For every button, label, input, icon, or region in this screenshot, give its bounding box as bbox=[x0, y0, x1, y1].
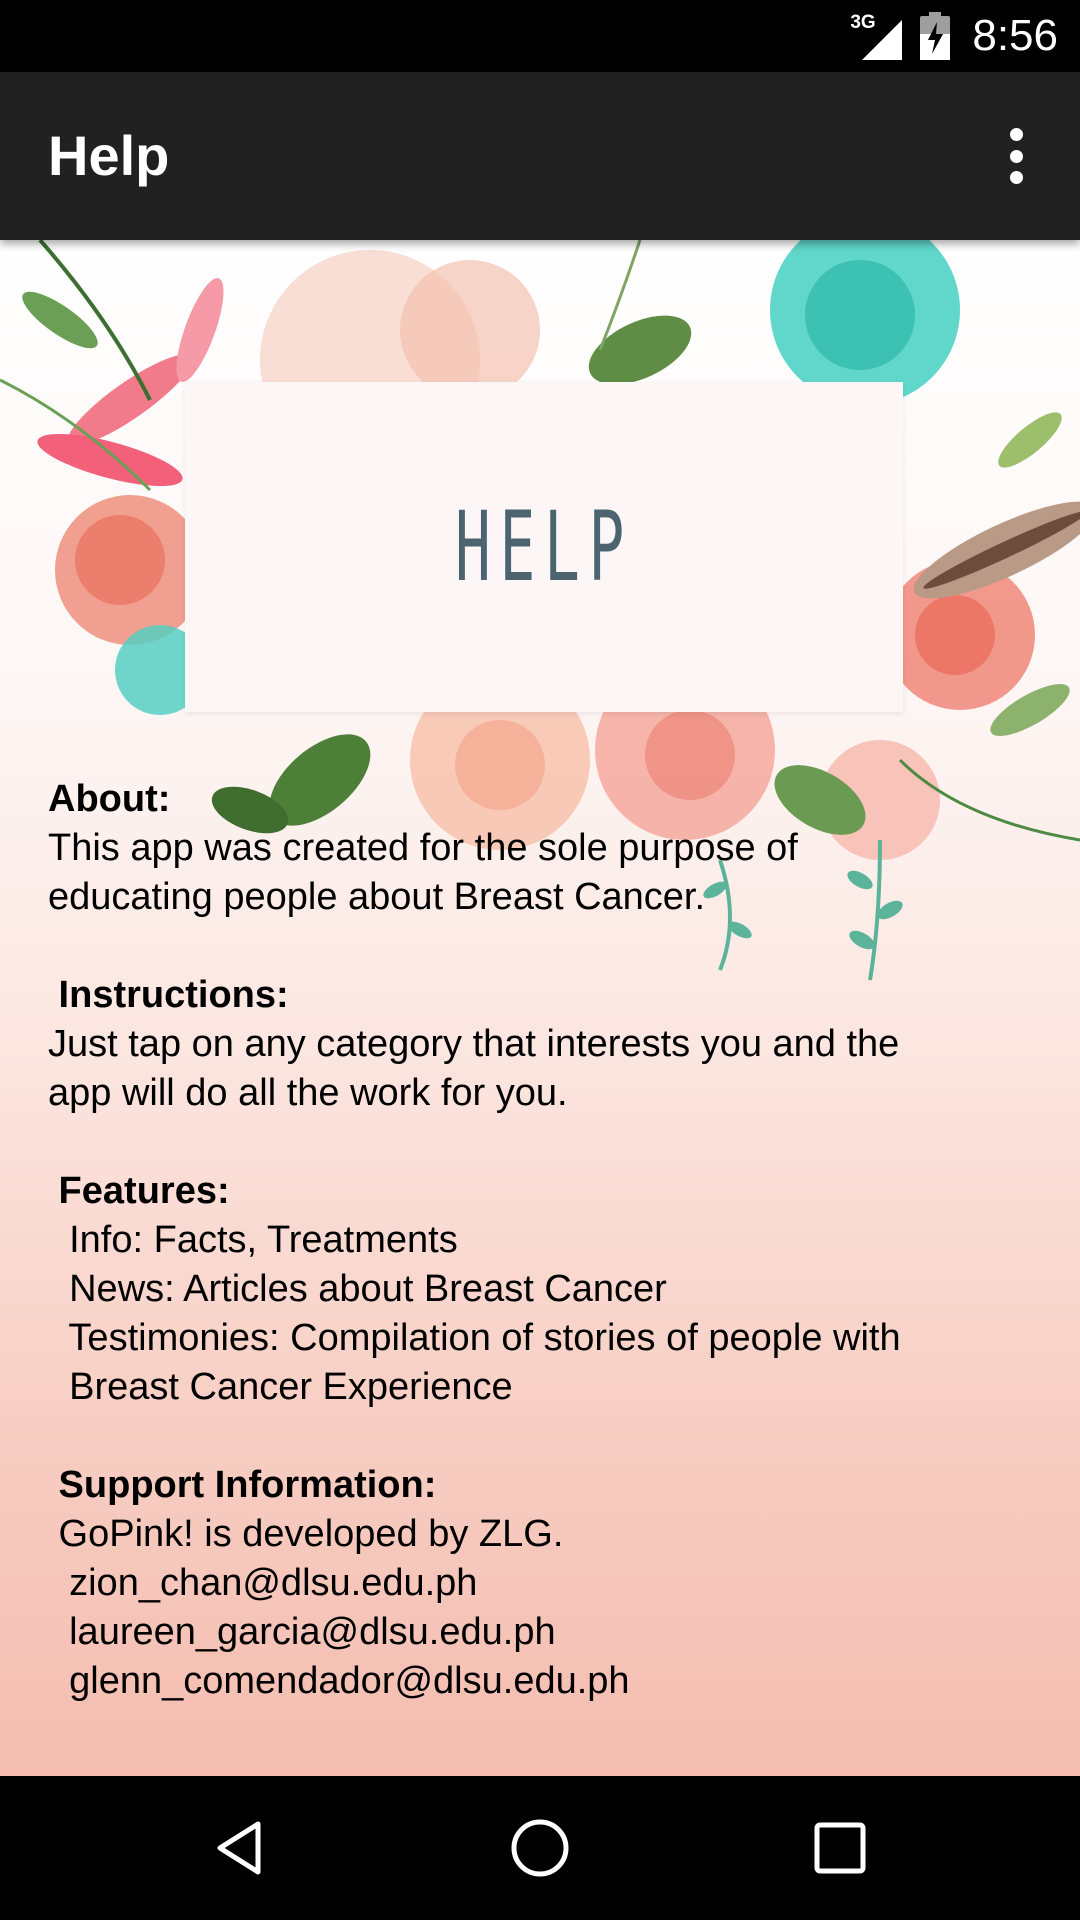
about-line: educating people about Breast Cancer. bbox=[48, 876, 706, 918]
more-vert-icon[interactable] bbox=[986, 124, 1046, 188]
support-email: laureen_garcia@dlsu.edu.ph bbox=[48, 1611, 556, 1653]
back-triangle-icon[interactable] bbox=[204, 1812, 276, 1884]
home-circle-icon[interactable] bbox=[504, 1812, 576, 1884]
help-card-title: HELP bbox=[454, 491, 634, 603]
instructions-line: Just tap on any category that interests … bbox=[48, 1023, 900, 1065]
page-title: Help bbox=[48, 124, 170, 187]
support-line: GoPink! is developed by ZLG. bbox=[48, 1513, 564, 1555]
features-heading: Features: bbox=[48, 1170, 230, 1212]
menu-dot bbox=[1009, 149, 1023, 163]
status-bar: 3G 8:56 bbox=[0, 0, 1080, 72]
features-line: Breast Cancer Experience bbox=[48, 1366, 513, 1408]
features-line: Info: Facts, Treatments bbox=[48, 1219, 458, 1261]
cell-signal-icon: 3G bbox=[850, 12, 906, 60]
instructions-heading: Instructions: bbox=[48, 974, 289, 1016]
navigation-bar bbox=[0, 1776, 1080, 1920]
recents-square-icon[interactable] bbox=[804, 1812, 876, 1884]
features-line: Testimonies: Compilation of stories of p… bbox=[48, 1317, 901, 1359]
about-heading: About: bbox=[48, 778, 171, 820]
instructions-line: app will do all the work for you. bbox=[48, 1072, 568, 1114]
status-icons: 3G 8:56 bbox=[850, 0, 1058, 72]
help-content: HELP About: This app was created for the… bbox=[0, 240, 1080, 1776]
support-heading: Support Information: bbox=[48, 1464, 437, 1506]
battery-icon bbox=[920, 12, 951, 60]
support-email: zion_chan@dlsu.edu.ph bbox=[48, 1562, 478, 1604]
support-email: glenn_comendador@dlsu.edu.ph bbox=[48, 1660, 630, 1702]
app-bar: Help bbox=[0, 72, 1080, 240]
screen: 3G 8:56 Help HELP About: This app was cr… bbox=[0, 0, 1080, 1920]
menu-dot bbox=[1009, 171, 1023, 184]
help-banner-card: HELP bbox=[185, 382, 903, 712]
about-line: This app was created for the sole purpos… bbox=[48, 827, 798, 869]
status-time: 8:56 bbox=[972, 11, 1058, 60]
features-line: News: Articles about Breast Cancer bbox=[48, 1268, 667, 1310]
menu-dot bbox=[1009, 128, 1023, 141]
help-text: About: This app was created for the sole… bbox=[48, 775, 1048, 1706]
